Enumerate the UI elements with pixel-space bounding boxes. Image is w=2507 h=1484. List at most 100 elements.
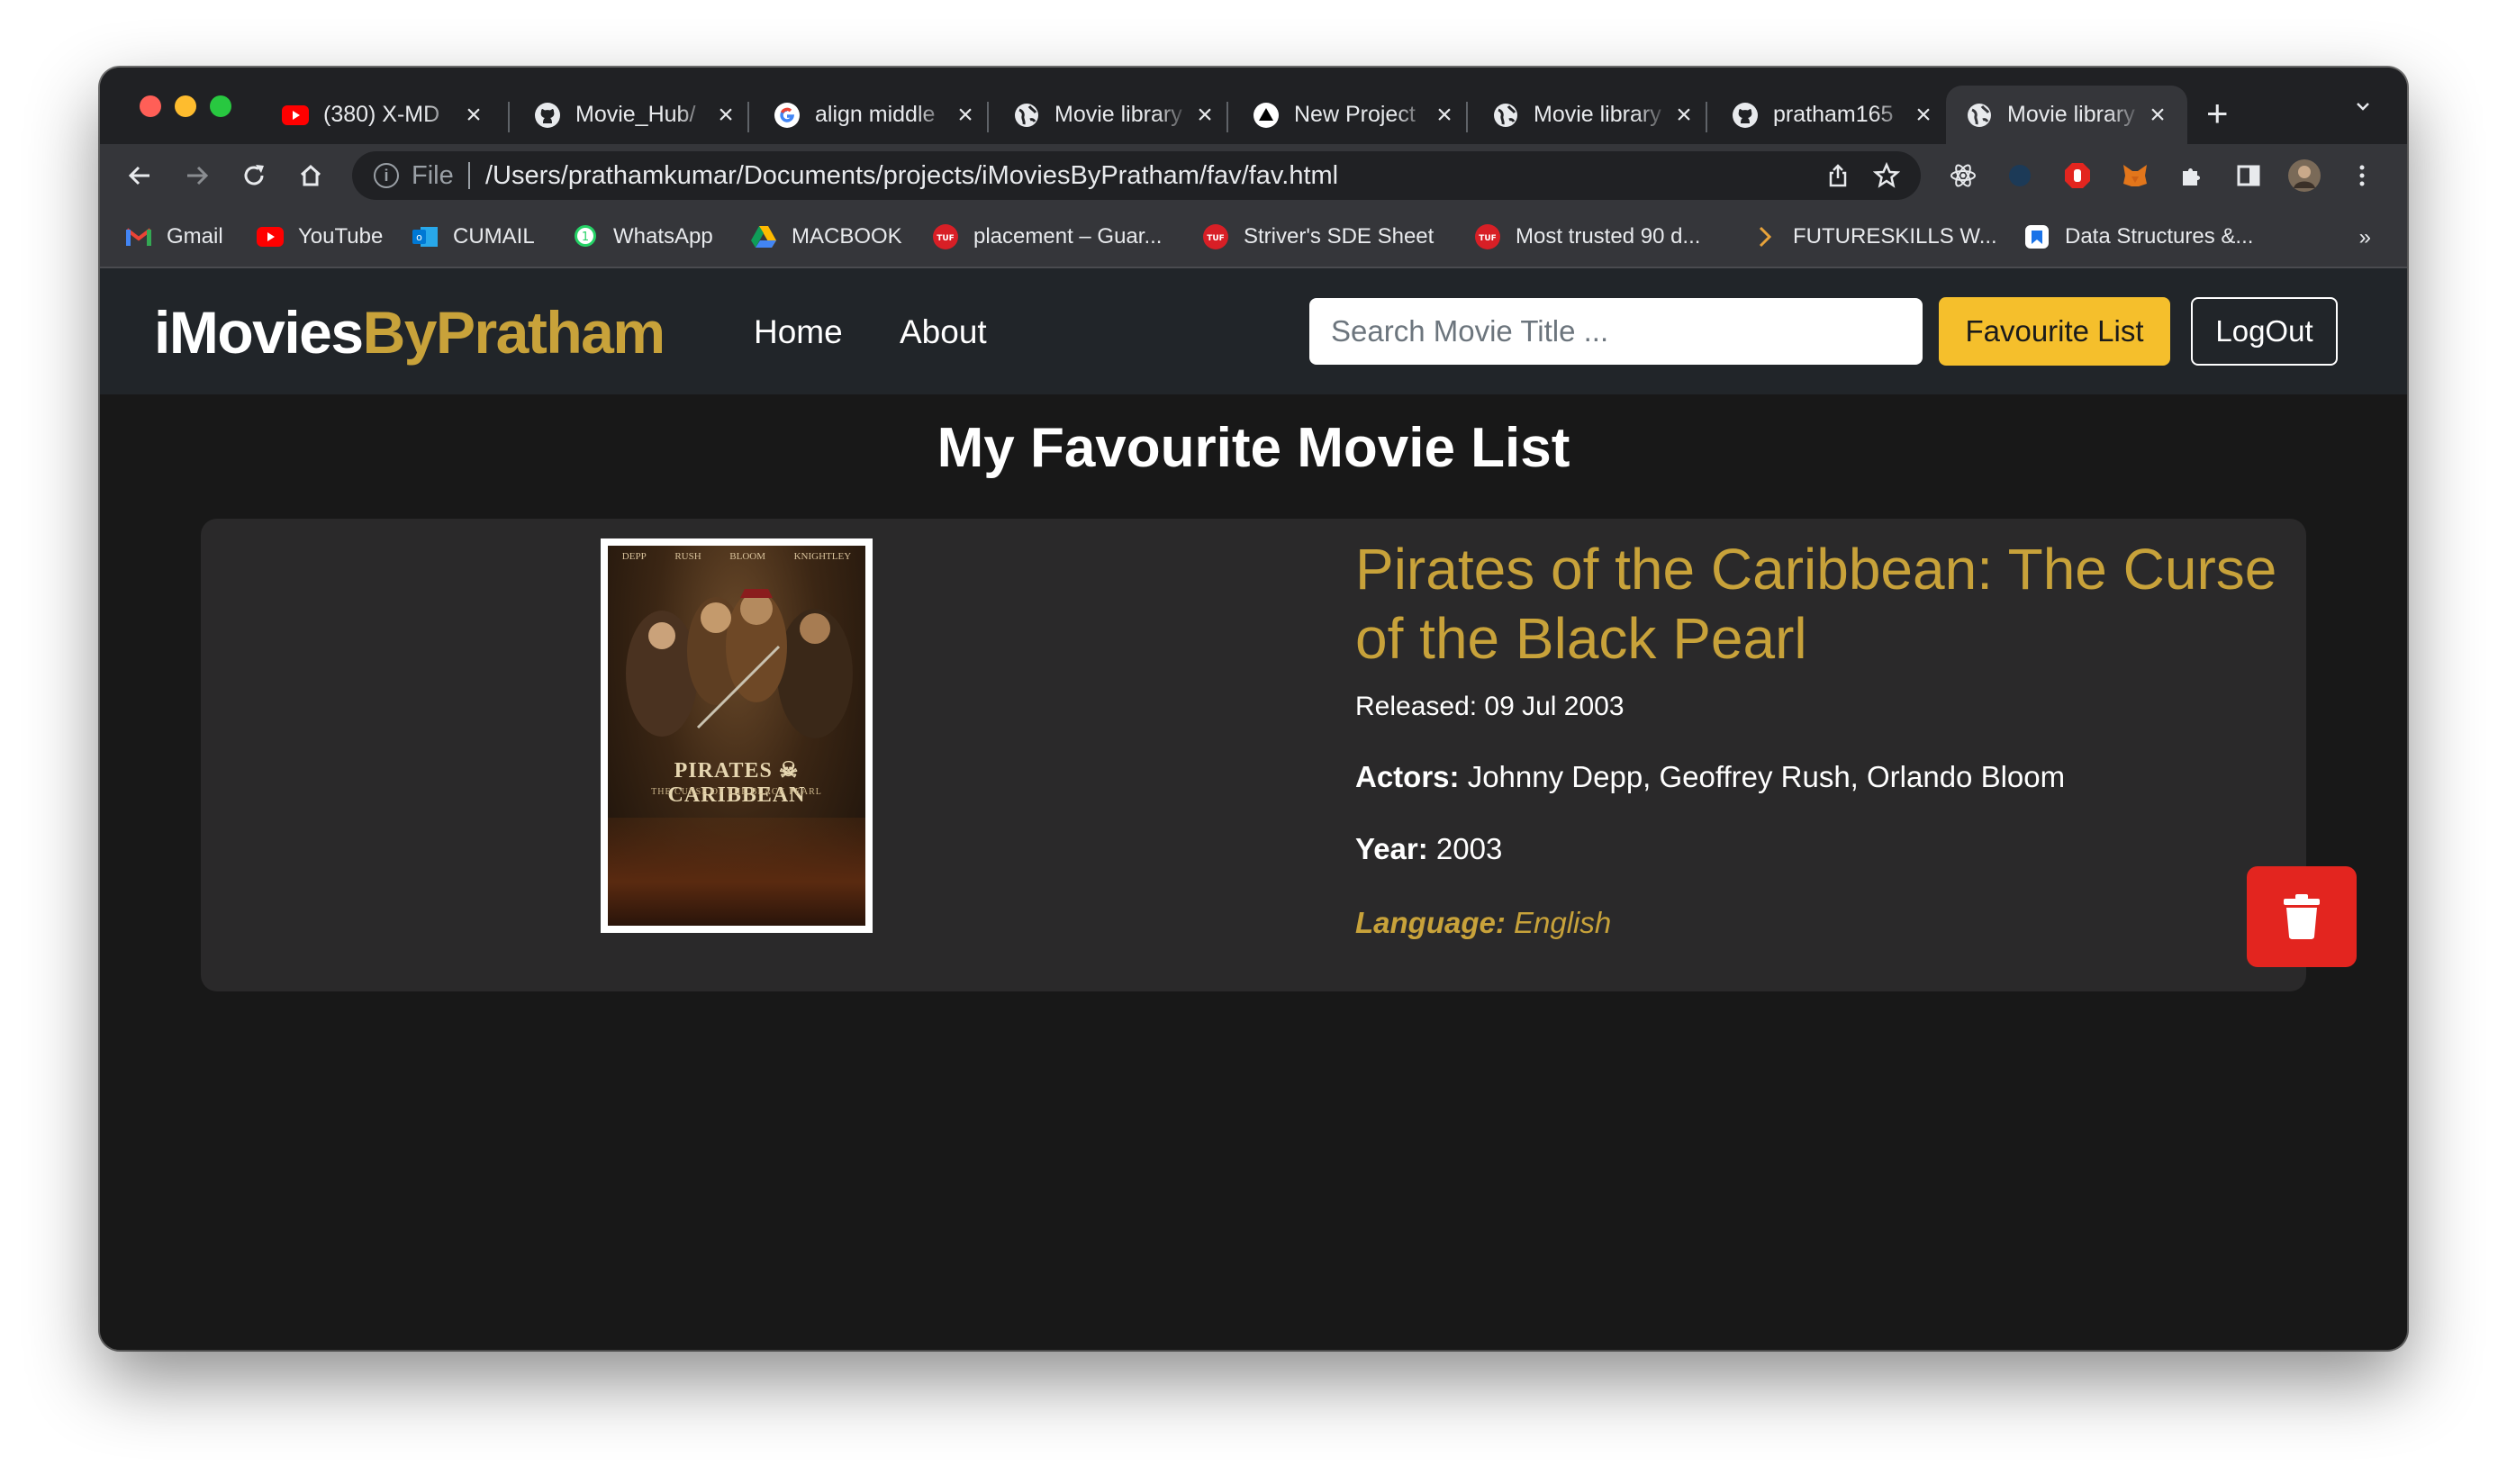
youtube-icon	[282, 102, 309, 129]
tab-title: Movie library	[2007, 102, 2135, 127]
browser-toolbar: i File /Users/prathamkumar/Documents/pro…	[100, 144, 2407, 207]
svg-text:1: 1	[582, 231, 589, 244]
movie-title: Pirates of the Caribbean: The Curse of t…	[1355, 537, 2277, 671]
home-icon[interactable]	[294, 159, 327, 192]
browser-tab[interactable]: align middle ×	[754, 86, 993, 144]
bookmark-data-structures[interactable]: Data Structures &...	[2023, 220, 2253, 254]
movie-card: DEPP RUSH BLOOM KNIGHTLEY PIRATES ☠ CARI…	[201, 519, 2357, 991]
search-input[interactable]	[1309, 298, 1923, 365]
bookmark-star-icon[interactable]	[1873, 162, 1900, 189]
extension-icon[interactable]	[2004, 159, 2036, 192]
page-content: iMoviesByPratham Home About Favourite Li…	[100, 268, 2407, 1350]
tab-title: (380) X-MD	[323, 102, 440, 127]
browser-menu-icon[interactable]	[2346, 159, 2378, 192]
close-tab-icon[interactable]: ×	[1672, 100, 1696, 131]
side-panel-icon[interactable]	[2232, 159, 2265, 192]
gmail-icon	[125, 223, 152, 250]
tab-title: Movie library	[1054, 102, 1182, 127]
nav-about-link[interactable]: About	[900, 313, 987, 351]
tuf-icon: TUF	[1202, 223, 1229, 250]
back-icon[interactable]	[123, 159, 156, 192]
bookmark-strivers-sheet[interactable]: TUF Striver's SDE Sheet	[1202, 220, 1434, 254]
svg-text:TUF: TUF	[1207, 234, 1225, 243]
close-tab-icon[interactable]: ×	[954, 100, 977, 131]
browser-window: (380) X-MD × Movie_Hub/ × align middle ×…	[100, 68, 2407, 1350]
movie-language: Language: English	[1355, 906, 1612, 939]
close-tab-icon[interactable]: ×	[714, 100, 738, 131]
bookmark-placement[interactable]: TUF placement – Guar...	[932, 220, 1162, 254]
browser-tab[interactable]: (380) X-MD ×	[262, 86, 502, 144]
nav-home-link[interactable]: Home	[754, 313, 843, 351]
close-tab-icon[interactable]: ×	[462, 100, 485, 131]
movie-poster: DEPP RUSH BLOOM KNIGHTLEY PIRATES ☠ CARI…	[601, 538, 873, 933]
svg-text:TUF: TUF	[1479, 234, 1497, 243]
movie-year: Year: 2003	[1355, 832, 1503, 865]
browser-tab[interactable]: Movie_Hub/ ×	[514, 86, 754, 144]
youtube-icon	[257, 223, 284, 250]
close-tab-icon[interactable]: ×	[1193, 100, 1217, 131]
new-tab-button[interactable]: +	[2206, 91, 2229, 136]
github-icon	[1732, 102, 1759, 129]
browser-tab[interactable]: Movie library ×	[1472, 86, 1712, 144]
share-icon[interactable]	[1824, 162, 1851, 189]
trash-icon	[2284, 894, 2320, 939]
bookmark-cumail[interactable]: o CUMAIL	[412, 220, 535, 254]
extensions-puzzle-icon[interactable]	[2176, 159, 2208, 192]
bookmark-gmail[interactable]: Gmail	[125, 220, 223, 254]
vercel-icon	[1253, 102, 1280, 129]
browser-tab[interactable]: pratham165 ×	[1712, 86, 1951, 144]
whatsapp-icon: 1	[572, 223, 599, 250]
google-drive-icon	[750, 223, 777, 250]
globe-icon	[1966, 102, 1993, 129]
bookmarks-overflow-button[interactable]: »	[2359, 225, 2371, 250]
adblock-icon[interactable]	[2061, 159, 2094, 192]
tab-title: New Project	[1294, 102, 1416, 127]
outlook-icon: o	[412, 223, 439, 250]
tab-title: Movie_Hub/	[575, 102, 696, 127]
react-devtools-icon[interactable]	[1947, 159, 1979, 192]
tuf-icon: TUF	[932, 223, 959, 250]
release-date: Released: 09 Jul 2003	[1355, 692, 1625, 721]
reload-icon[interactable]	[238, 159, 270, 192]
globe-icon	[1013, 102, 1040, 129]
close-tab-icon[interactable]: ×	[1433, 100, 1456, 131]
close-window-button[interactable]	[140, 95, 161, 117]
bookmark-most-trusted[interactable]: TUF Most trusted 90 d...	[1474, 220, 1700, 254]
bookmark-macbook[interactable]: MACBOOK	[750, 220, 902, 254]
close-tab-icon[interactable]: ×	[1912, 100, 1935, 131]
bookmark-youtube[interactable]: YouTube	[257, 220, 383, 254]
maximize-window-button[interactable]	[210, 95, 231, 117]
bookmark-whatsapp[interactable]: 1 WhatsApp	[572, 220, 713, 254]
close-tab-icon[interactable]: ×	[2146, 100, 2169, 131]
bookmarks-bar: Gmail YouTube o CUMAIL 1 WhatsApp MACBOO…	[100, 207, 2407, 268]
tab-title: Movie library	[1534, 102, 1661, 127]
site-brand[interactable]: iMoviesByPratham	[154, 298, 665, 366]
metamask-icon[interactable]	[2119, 159, 2151, 192]
forward-icon[interactable]	[181, 159, 213, 192]
site-info-icon[interactable]: i	[374, 163, 399, 188]
tab-search-icon[interactable]	[2355, 98, 2371, 114]
github-icon	[534, 102, 561, 129]
globe-icon	[1492, 102, 1519, 129]
bookmark-futureskills[interactable]: FUTURESKILLS W...	[1751, 220, 1997, 254]
scheme-label: File	[412, 161, 454, 190]
address-bar[interactable]: i File /Users/prathamkumar/Documents/pro…	[352, 151, 1921, 200]
bookmark-icon	[2023, 223, 2050, 250]
browser-tab-active[interactable]: Movie library ×	[1946, 86, 2187, 144]
browser-tab[interactable]: Movie library ×	[993, 86, 1233, 144]
delete-favourite-button[interactable]	[2247, 866, 2357, 967]
profile-avatar[interactable]	[2288, 159, 2321, 192]
tuf-icon: TUF	[1474, 223, 1501, 250]
url-text[interactable]: /Users/prathamkumar/Documents/projects/i…	[485, 161, 1338, 191]
tab-strip: (380) X-MD × Movie_Hub/ × align middle ×…	[100, 68, 2407, 144]
page-title: My Favourite Movie List	[937, 417, 1570, 479]
browser-tab[interactable]: New Project ×	[1233, 86, 1472, 144]
favourite-list-button[interactable]: Favourite List	[1939, 297, 2170, 366]
tab-title: pratham165	[1773, 102, 1894, 127]
site-navbar: iMoviesByPratham Home About Favourite Li…	[100, 268, 2407, 394]
svg-text:TUF: TUF	[937, 234, 955, 243]
logout-button[interactable]: LogOut	[2191, 297, 2338, 366]
minimize-window-button[interactable]	[175, 95, 196, 117]
svg-text:o: o	[416, 231, 422, 243]
movie-actors: Actors: Johnny Depp, Geoffrey Rush, Orla…	[1355, 760, 2066, 793]
